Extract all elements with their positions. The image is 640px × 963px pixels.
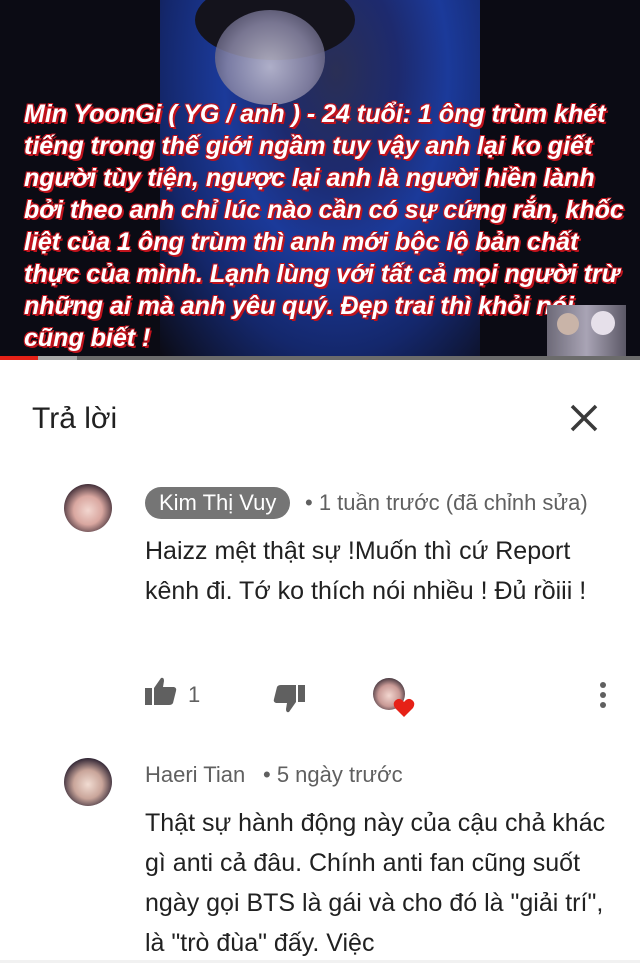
- comment-author[interactable]: Haeri Tian: [145, 762, 245, 788]
- more-vert-icon[interactable]: [596, 680, 610, 710]
- thumbs-up-icon[interactable]: [144, 676, 178, 706]
- comment-text: Thật sự hành động này của cậu chả khác g…: [145, 809, 606, 957]
- close-icon[interactable]: [562, 396, 606, 440]
- video-caption-overlay: Min YoonGi ( YG / anh ) - 24 tuổi: 1 ông…: [24, 100, 624, 352]
- creator-heart-icon: [393, 698, 415, 717]
- replies-header: Trả lời: [0, 360, 640, 480]
- comment-timestamp: • 5 ngày trước: [263, 762, 403, 787]
- comment-text: Haizz mệt thật sự !Muốn thì cứ Report kê…: [145, 537, 587, 605]
- thumbnail-person-right: [591, 311, 615, 335]
- like-count: 1: [188, 682, 201, 707]
- avatar[interactable]: [64, 758, 112, 806]
- comment-author-chip[interactable]: Kim Thị Vuy: [145, 487, 291, 519]
- avatar[interactable]: [64, 484, 112, 532]
- thumbnail-person-left: [557, 313, 579, 335]
- next-video-thumbnail[interactable]: [547, 305, 626, 357]
- video-frame-face: [215, 10, 325, 105]
- comment-timestamp: • 1 tuần trước (đã chỉnh sửa): [305, 490, 588, 515]
- video-player[interactable]: Min YoonGi ( YG / anh ) - 24 tuổi: 1 ông…: [0, 0, 640, 358]
- thumbs-down-icon[interactable]: [272, 684, 306, 714]
- replies-title: Trả lời: [32, 402, 118, 435]
